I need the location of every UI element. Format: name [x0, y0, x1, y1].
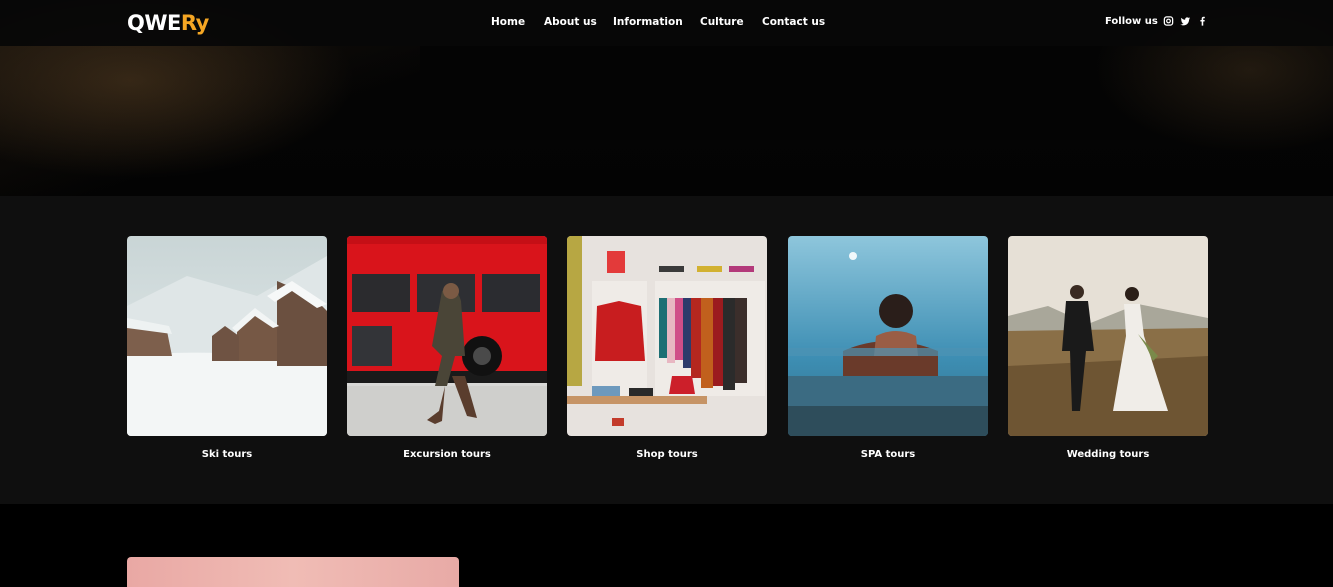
ski-tours-image: [127, 236, 327, 436]
nav-about-us[interactable]: About us: [544, 16, 597, 28]
excursion-tours-image: [347, 236, 547, 436]
nav-information[interactable]: Information: [613, 16, 683, 28]
follow-us-label: Follow us: [1105, 16, 1158, 27]
spa-tours-image: [788, 236, 988, 436]
twitter-icon[interactable]: [1180, 15, 1191, 27]
tour-label: SPA tours: [860, 449, 916, 460]
nav-home[interactable]: Home: [491, 16, 525, 28]
tour-card-excursion[interactable]: Excursion tours: [347, 236, 547, 460]
hero-mountain-image: [0, 46, 420, 196]
facebook-icon[interactable]: [1197, 15, 1208, 27]
nav-contact-us[interactable]: Contact us: [762, 16, 825, 28]
tour-label: Excursion tours: [403, 449, 491, 460]
tour-card-spa[interactable]: SPA tours: [788, 236, 988, 460]
featured-card-image[interactable]: [127, 557, 459, 587]
shop-tours-image: [567, 236, 767, 436]
tour-label: Wedding tours: [1066, 449, 1150, 460]
site-header: QWERy Home About us Information Culture …: [0, 0, 1333, 46]
instagram-icon[interactable]: [1163, 15, 1174, 27]
tour-card-shop[interactable]: Shop tours: [567, 236, 767, 460]
nav-culture[interactable]: Culture: [700, 16, 744, 28]
tour-card-wedding[interactable]: Wedding tours: [1008, 236, 1208, 460]
tour-card-ski[interactable]: Ski tours: [127, 236, 327, 460]
tour-label: Shop tours: [636, 449, 698, 460]
tour-label: Ski tours: [201, 449, 253, 460]
wedding-tours-image: [1008, 236, 1208, 436]
